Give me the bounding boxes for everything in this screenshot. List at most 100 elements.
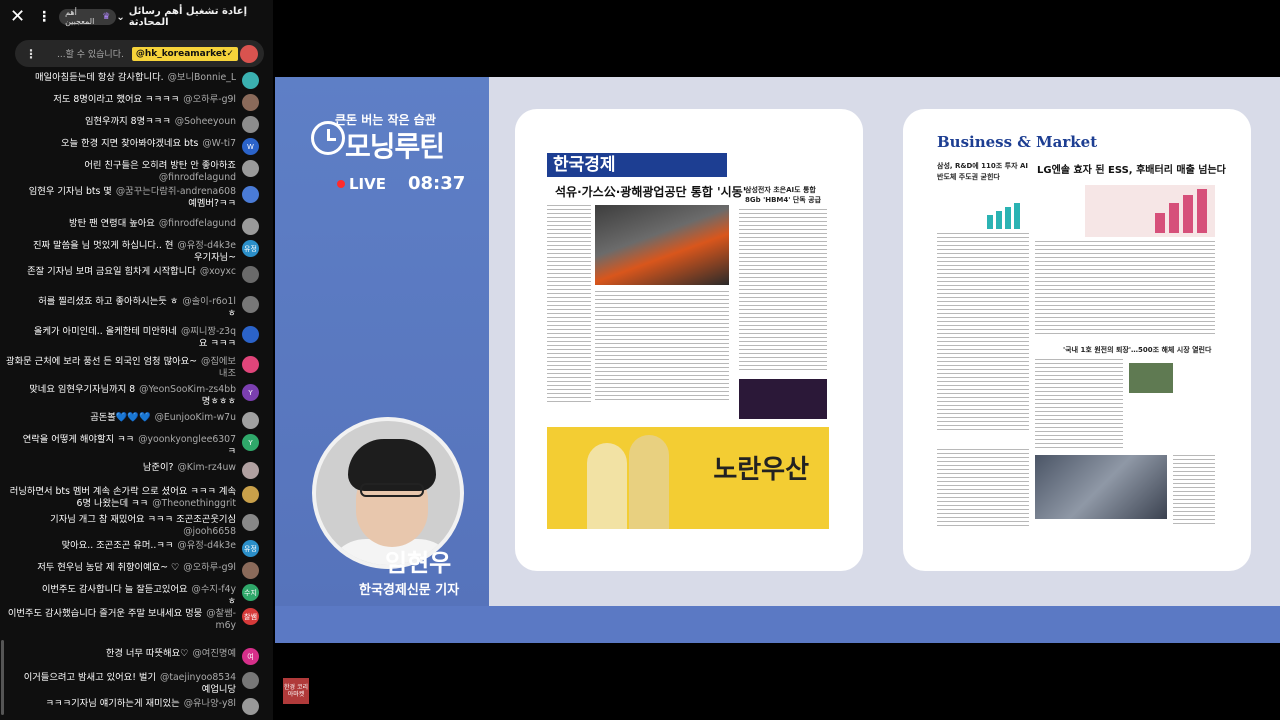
chat-message-text: 매일아침듣는데 항상 감사합니다. bbox=[34, 72, 164, 83]
avatar[interactable] bbox=[242, 326, 259, 343]
chat-author[interactable]: @유나양-y8l bbox=[184, 698, 236, 709]
avatar[interactable] bbox=[242, 514, 259, 531]
chat-message[interactable]: 남준이? @Kim-rz4uw bbox=[0, 462, 273, 479]
chat-author[interactable]: @YeonSooKim-zs4bb bbox=[139, 384, 236, 395]
chat-message[interactable]: 허를 찔리셨죠 하고 좋아하시는듯 ㅎ @솔이-r6o1l ㅎ bbox=[0, 296, 273, 320]
chat-message[interactable]: 매일아침듣는데 항상 감사합니다. @보니Bonnie_L bbox=[0, 72, 273, 89]
scrollbar-track[interactable] bbox=[1, 40, 4, 720]
avatar[interactable] bbox=[242, 672, 259, 689]
chat-author[interactable]: @솔이-r6o1l bbox=[182, 296, 236, 307]
chat-author[interactable]: @finrodfelagund bbox=[159, 172, 236, 183]
more-vert-icon[interactable]: ⋮ bbox=[37, 9, 51, 25]
chat-message[interactable]: 맞아요.. 조곤조곤 유머..ㅋㅋ @유정-d4k3e 유정 bbox=[0, 540, 273, 557]
chat-author[interactable]: @유정-d4k3e bbox=[177, 240, 236, 251]
ad-person bbox=[629, 435, 669, 529]
avatar[interactable] bbox=[242, 698, 259, 715]
chat-author[interactable]: @보니Bonnie_L bbox=[168, 72, 236, 83]
chat-author[interactable]: @Soheeyoun bbox=[175, 116, 236, 127]
chat-message[interactable]: 이번주도 감사합니다 늘 잘듣고있어요 @수지-f4y ㅎ 수지 bbox=[0, 584, 273, 608]
avatar[interactable] bbox=[242, 356, 259, 373]
avatar[interactable]: 수지 bbox=[242, 584, 259, 601]
avatar[interactable] bbox=[242, 462, 259, 479]
avatar[interactable] bbox=[242, 218, 259, 235]
chat-message[interactable]: 기자님 개그 참 재밌어요 ㅋㅋㅋ 조곤조곤웃기심@jooh6658 bbox=[0, 514, 273, 538]
chat-message[interactable]: 저두 현우님 농담 제 취향이예요~ ♡ @오하루-g9l bbox=[0, 562, 273, 579]
chat-author[interactable]: @Kim-rz4uw bbox=[177, 462, 236, 473]
chat-author[interactable]: @W-ti7 bbox=[202, 138, 236, 149]
chat-author[interactable]: @찌니짱-z3q bbox=[181, 326, 236, 337]
chat-author[interactable]: @수지-f4y bbox=[192, 584, 236, 595]
avatar[interactable] bbox=[242, 266, 259, 283]
chat-message-text: 맞아요.. 조곤조곤 유머..ㅋㅋ bbox=[61, 540, 174, 551]
chat-mode-dropdown[interactable]: ⌄ إعادة تشغيل أهم رسائل المحادثة bbox=[116, 6, 263, 28]
avatar[interactable] bbox=[242, 160, 259, 177]
chat-author[interactable]: @오하루-g9l bbox=[183, 94, 236, 105]
avatar[interactable] bbox=[242, 116, 259, 133]
chat-author[interactable]: @finrodfelagund bbox=[159, 218, 236, 229]
chat-message-text: 진짜 말씀을 님 멋있게 하십니다.. 현 bbox=[32, 240, 174, 251]
chat-message[interactable]: 존잘 기자님 보며 금요일 힘차게 시작합니다 @xoyxc bbox=[0, 266, 273, 283]
avatar[interactable] bbox=[242, 562, 259, 579]
live-label: LIVE bbox=[349, 174, 386, 193]
chat-author[interactable]: @xoyxc bbox=[200, 266, 236, 277]
chat-message[interactable]: 방탄 팬 연령대 높아요 @finrodfelagund bbox=[0, 218, 273, 235]
section-title: Business & Market bbox=[937, 133, 1098, 151]
chat-header: ✕ ⋮ أهم المعجبين ♛ ⌄ إعادة تشغيل أهم رسا… bbox=[0, 0, 273, 34]
chat-author[interactable]: @EunjooKim-w7u bbox=[155, 412, 236, 423]
avatar[interactable]: Y bbox=[242, 384, 259, 401]
chat-message-text: 저두 현우님 농담 제 취향이예요~ ♡ bbox=[37, 562, 180, 573]
chat-message[interactable]: 올케가 아미인데.. 올케한테 미안하네 @찌니짱-z3q 요 ㅋㅋㅋ bbox=[0, 326, 273, 350]
avatar[interactable] bbox=[242, 186, 259, 203]
avatar[interactable]: 여 bbox=[242, 648, 259, 665]
newspaper-business-page: Business & Market 삼성, R&D에 110조 투자 AI 반도… bbox=[903, 109, 1251, 571]
avatar[interactable] bbox=[242, 296, 259, 313]
chat-message[interactable]: 곰돈볼💙💙💙 @EunjooKim-w7u bbox=[0, 412, 273, 429]
chat-author[interactable]: @yoonkyonglee6307 bbox=[138, 434, 236, 445]
chat-author[interactable]: @집에보내조 bbox=[201, 356, 236, 379]
avatar[interactable]: W bbox=[242, 138, 259, 155]
chat-author[interactable]: @오하루-g9l bbox=[183, 562, 236, 573]
avatar[interactable]: 찰쌤 bbox=[242, 608, 259, 625]
front-sidebar-headline: 삼성전자 초은AI도 통합 8Gb 'HBM4' 단독 공급 bbox=[745, 186, 822, 204]
video-player[interactable]: 큰돈 버는 작은 습관 모닝루틴 LIVE 08:37 임현우 한국경제신문 기… bbox=[275, 77, 1280, 643]
chat-message[interactable]: 연락을 어떻게 해야할지 ㅋㅋ @yoonkyonglee6307 ㅋ Y bbox=[0, 434, 273, 458]
chat-message[interactable]: 한경 너무 따뜻해요♡ @여진명예 여 bbox=[0, 648, 273, 665]
close-icon[interactable]: ✕ bbox=[10, 8, 25, 26]
chat-author[interactable]: @여진명예 bbox=[192, 648, 236, 659]
avatar[interactable] bbox=[242, 412, 259, 429]
top-fans-badge[interactable]: أهم المعجبين ♛ bbox=[59, 8, 117, 26]
chat-message[interactable]: 광화문 근처에 보라 풍선 든 외국인 엄청 많아요~ @집에보내조 bbox=[0, 356, 273, 380]
host-role: 한국경제신문 기자 bbox=[359, 583, 460, 598]
chat-message[interactable]: 이거들으려고 밤새고 있어요! 벌기 @taejinyoo8534 예업니당 bbox=[0, 672, 273, 696]
chat-message[interactable]: 임현우 기자님 bts 몇 @꿈꾸는다람쥐-andrena608 예멤버?ㅋㅋ bbox=[0, 186, 273, 210]
chat-author[interactable]: @taejinyoo8534 bbox=[160, 672, 236, 683]
chat-message[interactable]: 오늘 한경 지면 찾아봐야겠네요 bts @W-ti7 W bbox=[0, 138, 273, 155]
chat-message[interactable]: 저도 8명이라고 했어요 ㅋㅋㅋㅋ @오하루-g9l bbox=[0, 94, 273, 111]
chat-message[interactable]: 맞네요 임현우기자님까지 8 @YeonSooKim-zs4bb 명ㅎㅎㅎ Y bbox=[0, 384, 273, 408]
chat-message-continuation: 예업니당 bbox=[201, 684, 236, 695]
chat-author[interactable]: @Theonethinggrit bbox=[152, 498, 236, 509]
scrollbar-thumb[interactable] bbox=[1, 640, 4, 715]
avatar[interactable]: 유정 bbox=[242, 540, 259, 557]
chat-message[interactable]: 러닝하면서 bts 멤버 계속 손가락 으로 셨어요 ㅋㅋㅋ 계속 6명 나왔는… bbox=[0, 486, 273, 510]
chat-message[interactable]: 어린 친구들은 오히려 방탄 안 좋아하죠@finrodfelagund bbox=[0, 160, 273, 184]
chat-message[interactable]: ㅋㅋㅋ기자님 얘기하는게 재미있는 @유나양-y8l bbox=[0, 698, 273, 715]
chat-author[interactable]: @jooh6658 bbox=[183, 526, 236, 537]
avatar[interactable] bbox=[242, 72, 259, 89]
avatar[interactable] bbox=[242, 486, 259, 503]
chat-author[interactable]: @유정-d4k3e bbox=[177, 540, 236, 551]
avatar[interactable]: 유정 bbox=[242, 240, 259, 257]
chat-message[interactable]: 이번주도 감사했습니다 즐거운 주말 보내세요 멍뭉 @찰쌤-m6y 찰쌤 bbox=[0, 608, 273, 632]
article-text-block bbox=[937, 233, 1029, 433]
chat-author[interactable]: @찰쌤-m6y bbox=[206, 608, 236, 631]
chat-message[interactable]: 진짜 말씀을 님 멋있게 하십니다.. 현 @유정-d4k3e 우기자님~ 유정 bbox=[0, 240, 273, 264]
pinned-author[interactable]: @hk_koreamarket✓ bbox=[131, 46, 238, 61]
avatar[interactable] bbox=[242, 94, 259, 111]
avatar[interactable]: Y bbox=[242, 434, 259, 451]
business-headline: LG엔솔 효자 된 ESS, 후배터리 매출 넘는다 bbox=[1037, 165, 1226, 176]
more-vert-icon[interactable]: ⋮ bbox=[25, 47, 37, 61]
pinned-message[interactable]: ⋮ ...할 수 있습니다. @hk_koreamarket✓ bbox=[15, 40, 264, 67]
chat-author[interactable]: @꿈꾸는다람쥐-andrena608 bbox=[116, 186, 236, 197]
chat-message[interactable]: 임현우까지 8명ㅋㅋㅋ @Soheeyoun bbox=[0, 116, 273, 133]
host-glasses bbox=[360, 483, 424, 497]
